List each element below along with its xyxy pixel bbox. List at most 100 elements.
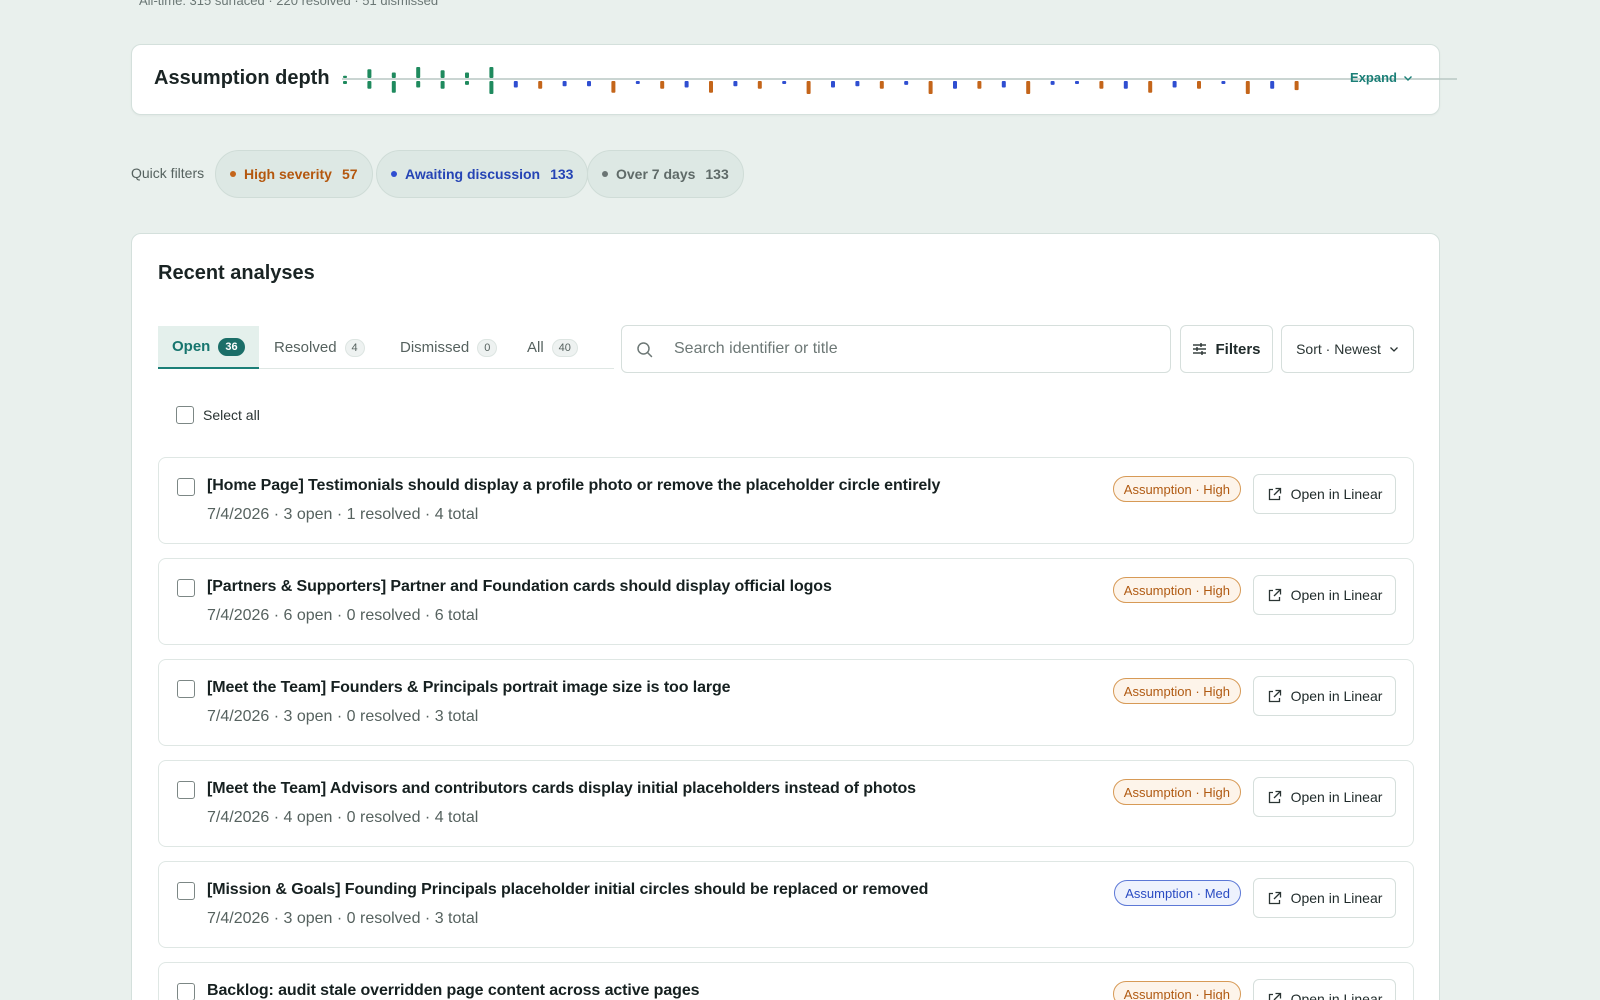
filters-label: Filters: [1215, 340, 1261, 358]
tab-resolved[interactable]: Resolved 4: [260, 326, 379, 369]
quick-filter-awaiting-discussion[interactable]: Awaiting discussion 133: [376, 150, 589, 198]
external-link-icon: [1268, 689, 1281, 702]
open-in-linear-button[interactable]: Open in Linear: [1253, 777, 1396, 817]
external-link-icon: [1268, 790, 1281, 803]
row-checkbox[interactable]: [177, 882, 195, 900]
tab-open[interactable]: Open 36: [158, 326, 259, 369]
depth-mark-down: [1075, 81, 1079, 84]
select-all-checkbox[interactable]: [176, 406, 194, 424]
depth-mark-down: [709, 81, 713, 93]
row-checkbox[interactable]: [177, 680, 195, 698]
tab-count-badge: 40: [551, 338, 578, 357]
depth-mark-down: [1172, 81, 1177, 88]
open-in-linear-button[interactable]: Open in Linear: [1253, 979, 1396, 1000]
row-meta: 7/4/2026 · 3 open · 0 resolved · 3 total: [207, 708, 479, 725]
table-row[interactable]: [Mission & Goals] Founding Principals pl…: [158, 861, 1414, 948]
open-in-linear-label: Open in Linear: [1290, 486, 1383, 502]
open-in-linear-button[interactable]: Open in Linear: [1253, 474, 1396, 514]
depth-mark-down: [1026, 81, 1031, 94]
depth-mark-down: [782, 81, 787, 84]
status-tabs: Open 36 Resolved 4 Dismissed 0 All 40: [158, 326, 614, 369]
tab-count-badge: 0: [477, 338, 498, 357]
depth-mark-down: [806, 81, 811, 94]
depth-mark-down: [1050, 81, 1055, 85]
recent-analyses-panel: Recent analyses Open 36 Resolved 4 Dismi…: [131, 233, 1440, 1000]
table-row[interactable]: [Partners & Supporters] Partner and Foun…: [158, 558, 1414, 645]
search-input[interactable]: [674, 326, 1154, 372]
depth-mark-down: [1197, 81, 1201, 89]
row-checkbox[interactable]: [177, 983, 195, 1000]
open-in-linear-button[interactable]: Open in Linear: [1253, 676, 1396, 716]
row-title[interactable]: [Partners & Supporters] Partner and Foun…: [207, 578, 832, 596]
alltime-summary: All-time: 315 surfaced · 220 resolved · …: [139, 0, 439, 8]
quick-filters-label: Quick filters: [131, 165, 205, 181]
depth-mark-down: [343, 81, 347, 84]
open-in-linear-button[interactable]: Open in Linear: [1253, 575, 1396, 615]
depth-mark-down: [855, 81, 860, 87]
chip-count: 133: [705, 166, 729, 182]
chip-count: 57: [341, 166, 358, 182]
tab-label: Dismissed: [400, 339, 470, 356]
row-title[interactable]: [Meet the Team] Founders & Principals po…: [207, 679, 731, 697]
assumption-depth-card: Assumption depth Expand: [131, 44, 1457, 115]
depth-mark-down: [1123, 81, 1128, 89]
external-link-icon: [1268, 992, 1281, 1000]
open-in-linear-label: Open in Linear: [1290, 890, 1383, 906]
quick-filter-high-severity[interactable]: High severity 57: [215, 150, 373, 198]
tab-dismissed[interactable]: Dismissed 0: [386, 326, 511, 369]
chevron-down-icon: [1404, 75, 1412, 81]
table-row[interactable]: [Meet the Team] Founders & Principals po…: [158, 659, 1414, 746]
row-checkbox[interactable]: [177, 478, 195, 496]
open-in-linear-label: Open in Linear: [1290, 789, 1383, 805]
depth-mark-up: [343, 75, 347, 78]
assumption-depth-strip: [342, 67, 1457, 94]
severity-badge: Assumption · High: [1112, 981, 1241, 1000]
table-row[interactable]: Backlog: audit stale overridden page con…: [158, 962, 1414, 1000]
dot-icon: [602, 171, 608, 177]
external-link-icon: [1268, 891, 1281, 904]
chip-count: 133: [550, 166, 574, 182]
assumption-depth-title: Assumption depth: [154, 67, 330, 89]
table-row[interactable]: [Home Page] Testimonials should display …: [158, 457, 1414, 544]
sort-dropdown[interactable]: Sort · Newest: [1281, 325, 1414, 373]
row-title[interactable]: [Home Page] Testimonials should display …: [207, 477, 940, 495]
severity-badge: Assumption · High: [1112, 476, 1241, 502]
open-in-linear-label: Open in Linear: [1290, 587, 1383, 603]
severity-badge: Assumption · High: [1112, 577, 1241, 603]
depth-mark-up: [416, 67, 421, 78]
depth-mark-down: [440, 81, 445, 89]
depth-mark-down: [1270, 81, 1275, 89]
row-title[interactable]: Backlog: audit stale overridden page con…: [207, 982, 700, 1000]
filters-button[interactable]: Filters: [1180, 325, 1273, 373]
depth-mark-up: [367, 69, 372, 78]
row-title[interactable]: [Meet the Team] Advisors and contributor…: [207, 780, 916, 798]
open-in-linear-button[interactable]: Open in Linear: [1253, 878, 1396, 918]
depth-mark-down: [587, 81, 591, 87]
depth-mark-up: [465, 72, 469, 78]
depth-mark-up: [440, 70, 445, 78]
row-checkbox[interactable]: [177, 579, 195, 597]
tab-count-badge: 36: [218, 337, 245, 356]
depth-mark-down: [611, 81, 616, 93]
dot-icon: [391, 171, 397, 177]
table-row[interactable]: [Meet the Team] Advisors and contributor…: [158, 760, 1414, 847]
quick-filter-over-7-days[interactable]: Over 7 days 133: [587, 150, 744, 198]
depth-mark-down: [904, 81, 909, 85]
row-title[interactable]: [Mission & Goals] Founding Principals pl…: [207, 881, 928, 899]
depth-mark-down: [367, 81, 372, 89]
depth-mark-down: [1294, 81, 1299, 91]
depth-mark-down: [562, 81, 567, 87]
select-all[interactable]: Select all: [176, 406, 260, 424]
row-checkbox[interactable]: [177, 781, 195, 799]
depth-mark-down: [635, 81, 640, 84]
chevron-down-icon: [1389, 347, 1398, 352]
depth-mark-down: [879, 81, 884, 89]
expand-button[interactable]: Expand: [1350, 70, 1413, 85]
expand-label: Expand: [1350, 70, 1397, 85]
tab-all[interactable]: All 40: [513, 326, 592, 369]
chip-label: Awaiting discussion: [405, 166, 541, 182]
depth-mark-down: [684, 81, 689, 88]
depth-mark-up: [489, 67, 494, 78]
row-meta: 7/4/2026 · 3 open · 0 resolved · 3 total: [207, 910, 479, 927]
sort-label: Sort · Newest: [1296, 341, 1381, 357]
